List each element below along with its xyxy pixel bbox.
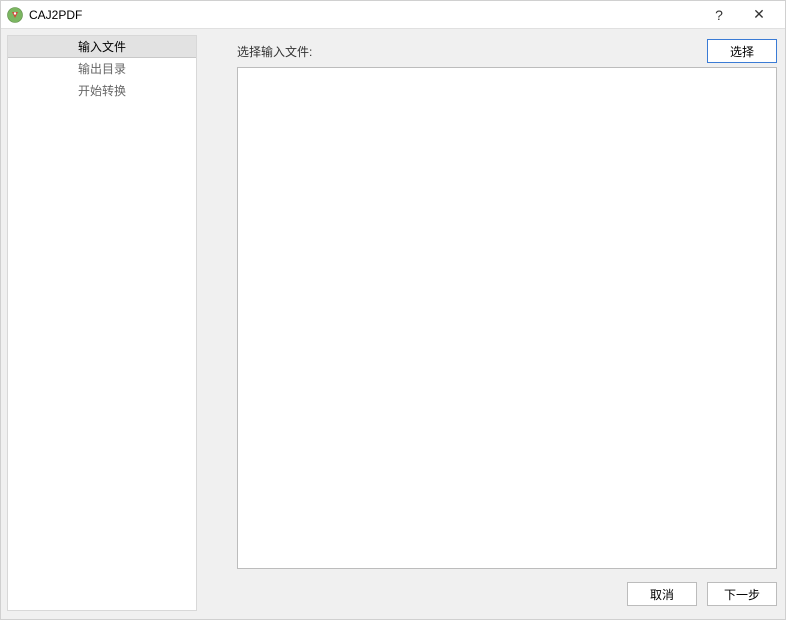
main-header-row: 选择输入文件: 选择 [237, 35, 777, 63]
select-file-button[interactable]: 选择 [707, 39, 777, 63]
sidebar-item-input-file[interactable]: 输入文件 [8, 36, 196, 58]
input-label: 选择输入文件: [237, 43, 312, 60]
next-button-label: 下一步 [724, 586, 760, 603]
app-icon [7, 7, 23, 23]
sidebar-item-label: 输入文件 [78, 40, 126, 54]
titlebar-controls: ? ✕ [699, 2, 779, 28]
next-button[interactable]: 下一步 [707, 582, 777, 606]
wizard-sidebar: 输入文件 输出目录 开始转换 [7, 35, 197, 611]
select-file-button-label: 选择 [730, 43, 754, 60]
close-icon: ✕ [753, 6, 765, 23]
input-file-list[interactable] [237, 67, 777, 569]
help-icon: ? [715, 7, 723, 23]
sidebar-item-start-convert[interactable]: 开始转换 [8, 80, 196, 102]
cancel-button-label: 取消 [650, 586, 674, 603]
footer-row: 取消 下一步 [237, 577, 777, 611]
close-button[interactable]: ✕ [739, 2, 779, 28]
sidebar-item-label: 开始转换 [78, 84, 126, 98]
main-panel: 选择输入文件: 选择 取消 下一步 [197, 35, 777, 611]
window-title: CAJ2PDF [29, 8, 699, 22]
help-button[interactable]: ? [699, 2, 739, 28]
sidebar-item-label: 输出目录 [78, 62, 126, 76]
cancel-button[interactable]: 取消 [627, 582, 697, 606]
sidebar-item-output-dir[interactable]: 输出目录 [8, 58, 196, 80]
titlebar: CAJ2PDF ? ✕ [1, 1, 785, 29]
body-area: 输入文件 输出目录 开始转换 选择输入文件: 选择 取消 [1, 29, 785, 619]
app-window: CAJ2PDF ? ✕ 输入文件 输出目录 开始转换 选择输入文件: [0, 0, 786, 620]
